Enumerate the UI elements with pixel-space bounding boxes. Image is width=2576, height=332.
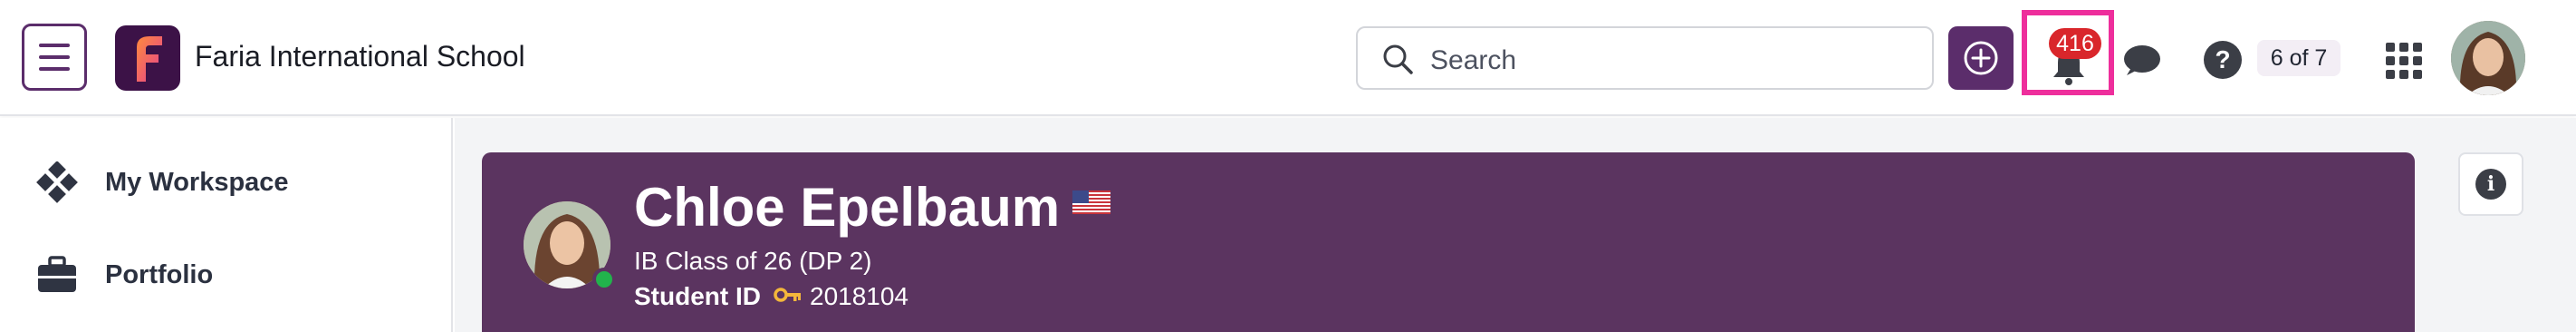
menu-line bbox=[39, 55, 70, 59]
grid-dot bbox=[2413, 70, 2422, 79]
plus-circle-icon bbox=[1964, 41, 1998, 75]
help-question-icon[interactable]: ? bbox=[2204, 41, 2242, 79]
online-status-indicator bbox=[592, 268, 616, 291]
school-logo[interactable] bbox=[115, 25, 180, 91]
menu-line bbox=[39, 67, 70, 71]
sidebar-item-label: Portfolio bbox=[105, 259, 214, 289]
student-profile-card: Chloe Epelbaum IB Class of 26 (DP 2) Stu… bbox=[482, 152, 2415, 332]
grid-dot bbox=[2413, 56, 2422, 65]
sidebar-item-label: My Workspace bbox=[105, 167, 289, 197]
sidebar-item-portfolio[interactable]: Portfolio bbox=[36, 256, 213, 294]
apps-grid-icon[interactable] bbox=[2386, 43, 2422, 79]
page-counter[interactable]: 6 of 7 bbox=[2257, 40, 2341, 76]
notification-count-badge: 416 bbox=[2049, 28, 2101, 59]
chat-bubble-icon[interactable] bbox=[2121, 43, 2161, 79]
grid-dot bbox=[2413, 43, 2422, 52]
grid-dot bbox=[2399, 56, 2408, 65]
grid-dot bbox=[2399, 70, 2408, 79]
grid-dot bbox=[2386, 43, 2395, 52]
student-id-value: 2018104 bbox=[810, 282, 909, 310]
student-id-label: Student ID bbox=[634, 282, 761, 310]
workspace-diamond-icon bbox=[36, 161, 78, 203]
school-name[interactable]: Faria International School bbox=[195, 40, 525, 73]
search-icon bbox=[1383, 44, 1413, 74]
key-icon bbox=[774, 288, 801, 302]
info-icon: i bbox=[2475, 169, 2506, 200]
add-button[interactable] bbox=[1948, 26, 2014, 90]
search-placeholder: Search bbox=[1430, 45, 1517, 75]
student-class: IB Class of 26 (DP 2) bbox=[634, 247, 872, 275]
faria-logo-icon bbox=[137, 36, 162, 82]
notifications-button[interactable]: 416 bbox=[2022, 10, 2114, 95]
us-flag-icon bbox=[1072, 190, 1110, 214]
info-button[interactable]: i bbox=[2458, 152, 2523, 216]
sidebar-item-my-workspace[interactable]: My Workspace bbox=[36, 161, 289, 203]
top-bar: Faria International School Search 416 ? … bbox=[0, 0, 2576, 116]
user-avatar-image bbox=[2451, 21, 2525, 95]
search-input[interactable]: Search bbox=[1356, 26, 1934, 90]
menu-line bbox=[39, 44, 70, 47]
grid-dot bbox=[2386, 56, 2395, 65]
menu-button[interactable] bbox=[22, 24, 87, 91]
briefcase-icon bbox=[38, 256, 76, 292]
student-name: Chloe Epelbaum bbox=[634, 177, 1061, 238]
grid-dot bbox=[2386, 70, 2395, 79]
grid-dot bbox=[2399, 43, 2408, 52]
user-avatar[interactable] bbox=[2451, 21, 2525, 95]
sidebar: My Workspace Portfolio bbox=[0, 118, 453, 332]
